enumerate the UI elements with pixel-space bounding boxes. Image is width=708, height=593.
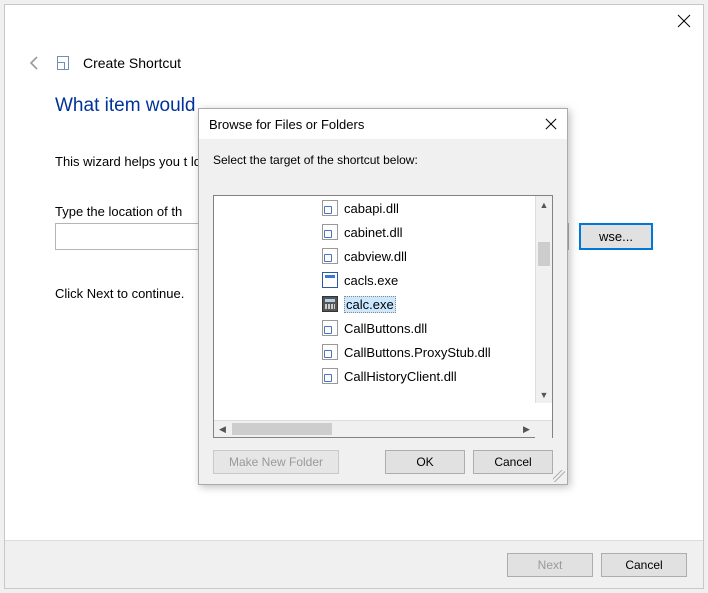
dll-file-icon: [322, 344, 338, 360]
file-row[interactable]: cacls.exe: [214, 268, 552, 292]
file-row[interactable]: calc.exe: [214, 292, 552, 316]
file-list[interactable]: cabapi.dll cabinet.dll cabview.dll cacls.ex…: [214, 196, 552, 420]
scrollbar-corner: [535, 421, 552, 438]
wizard-bottom-bar: Next Cancel: [5, 540, 703, 588]
dll-file-icon: [322, 224, 338, 240]
dialog-buttons-right: OK Cancel: [385, 450, 553, 474]
file-name: CallHistoryClient.dll: [344, 369, 457, 384]
dialog-cancel-button[interactable]: Cancel: [473, 450, 553, 474]
dialog-instruction: Select the target of the shortcut below:: [213, 153, 553, 167]
file-name: CallButtons.ProxyStub.dll: [344, 345, 491, 360]
wizard-header: Create Shortcut: [5, 37, 703, 79]
ok-button[interactable]: OK: [385, 450, 465, 474]
vertical-scroll-thumb[interactable]: [538, 242, 550, 266]
window-titlebar: [5, 5, 703, 37]
scroll-up-icon[interactable]: ▲: [536, 196, 552, 213]
dialog-button-row: Make New Folder OK Cancel: [213, 438, 553, 474]
scroll-down-icon[interactable]: ▼: [536, 386, 552, 403]
dialog-close-icon[interactable]: [545, 118, 557, 130]
file-row[interactable]: CallButtons.dll: [214, 316, 552, 340]
shortcut-icon: [57, 56, 69, 70]
exe1-file-icon: [322, 272, 338, 288]
back-arrow-icon[interactable]: [27, 55, 43, 71]
dll-file-icon: [322, 320, 338, 336]
wizard-cancel-button[interactable]: Cancel: [601, 553, 687, 577]
make-new-folder-button[interactable]: Make New Folder: [213, 450, 339, 474]
file-row[interactable]: cabinet.dll: [214, 220, 552, 244]
file-row[interactable]: cabapi.dll: [214, 196, 552, 220]
dialog-titlebar: Browse for Files or Folders: [199, 109, 567, 139]
dialog-body: Select the target of the shortcut below:…: [199, 139, 567, 484]
scroll-left-icon[interactable]: ◀: [214, 421, 231, 437]
vertical-scrollbar[interactable]: ▲ ▼: [535, 196, 552, 403]
resize-grip-icon[interactable]: [553, 470, 565, 482]
file-name: cabapi.dll: [344, 201, 399, 216]
file-name: calc.exe: [344, 296, 396, 313]
close-icon[interactable]: [677, 14, 691, 28]
file-name: cabview.dll: [344, 249, 407, 264]
dll-file-icon: [322, 368, 338, 384]
file-name: cacls.exe: [344, 273, 398, 288]
file-row[interactable]: cabview.dll: [214, 244, 552, 268]
folder-tree: cabapi.dll cabinet.dll cabview.dll cacls.ex…: [213, 195, 553, 438]
browse-dialog: Browse for Files or Folders Select the t…: [198, 108, 568, 485]
scroll-right-icon[interactable]: ▶: [518, 421, 535, 437]
dll-file-icon: [322, 248, 338, 264]
next-button[interactable]: Next: [507, 553, 593, 577]
horizontal-scroll-thumb[interactable]: [232, 423, 332, 435]
browse-button[interactable]: wse...: [579, 223, 653, 250]
file-name: CallButtons.dll: [344, 321, 427, 336]
file-name: cabinet.dll: [344, 225, 403, 240]
file-row[interactable]: CallHistoryClient.dll: [214, 364, 552, 388]
dialog-title: Browse for Files or Folders: [209, 117, 364, 132]
calc-file-icon: [322, 296, 338, 312]
wizard-title: Create Shortcut: [83, 55, 181, 71]
horizontal-scrollbar[interactable]: ◀ ▶: [214, 420, 552, 437]
dll-file-icon: [322, 200, 338, 216]
file-row[interactable]: CallButtons.ProxyStub.dll: [214, 340, 552, 364]
